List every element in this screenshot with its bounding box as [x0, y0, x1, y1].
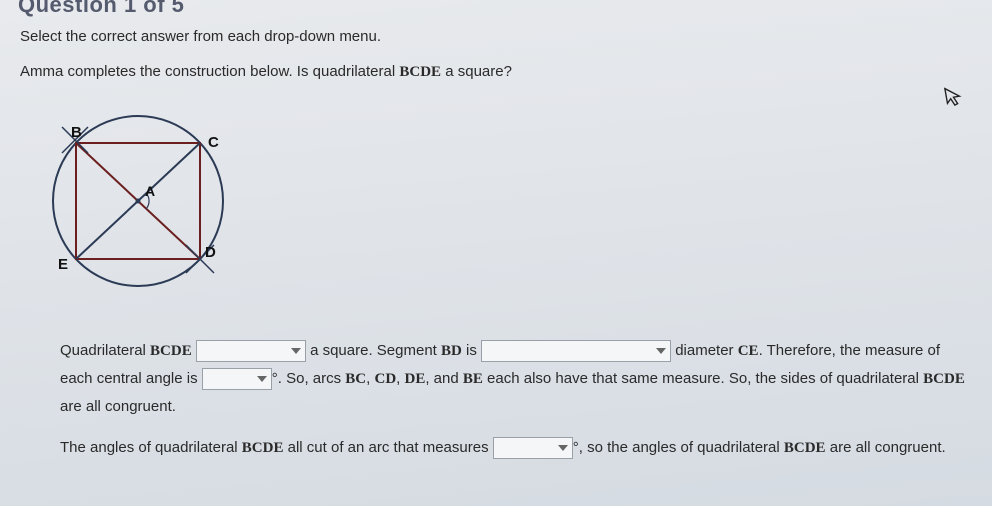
dropdown-arc-measure[interactable]: [493, 437, 573, 459]
text: is: [462, 342, 481, 359]
text: °, so the angles of quadrilateral: [573, 439, 784, 456]
question-suffix: a square?: [441, 63, 512, 80]
sep: ,: [396, 370, 404, 387]
de: DE: [405, 371, 426, 387]
question-quad: BCDE: [399, 64, 441, 80]
text: Quadrilateral: [60, 342, 150, 359]
answer-paragraph-1: Quadrilateral BCDE a square. Segment BD …: [60, 337, 970, 420]
text: The angles of quadrilateral: [60, 439, 242, 456]
bcde: BCDE: [923, 371, 965, 387]
bc: BC: [345, 371, 366, 387]
answer-paragraph-2: The angles of quadrilateral BCDE all cut…: [60, 434, 970, 462]
bcde: BCDE: [150, 343, 192, 359]
question-prefix: Amma completes the construction below. I…: [20, 63, 399, 80]
dropdown-relation[interactable]: [481, 340, 671, 362]
text: are all congruent.: [60, 398, 176, 415]
construction-diagram: B C D E A: [28, 93, 972, 307]
ce: CE: [738, 343, 759, 359]
text: all cut of an arc that measures: [283, 439, 492, 456]
label-B: B: [71, 124, 82, 141]
text: are all congruent.: [826, 439, 946, 456]
dropdown-central-angle[interactable]: [202, 368, 272, 390]
text: diameter: [675, 342, 738, 359]
label-E: E: [58, 256, 68, 273]
page-header-fragment: Question 1 of 5: [18, 0, 184, 18]
label-D: D: [205, 244, 216, 261]
question-text: Amma completes the construction below. I…: [20, 63, 972, 81]
label-C: C: [208, 134, 219, 151]
instruction-text: Select the correct answer from each drop…: [20, 28, 972, 45]
text: each also have that same measure. So, th…: [483, 370, 923, 387]
cd: CD: [374, 371, 396, 387]
text: a square. Segment: [310, 342, 441, 359]
label-A: A: [145, 183, 155, 199]
dropdown-is-isnot[interactable]: [196, 340, 306, 362]
and: , and: [425, 370, 463, 387]
bcde: BCDE: [784, 440, 826, 456]
bcde: BCDE: [242, 440, 284, 456]
text: °. So, arcs: [272, 370, 346, 387]
be: BE: [463, 371, 483, 387]
bd: BD: [441, 343, 462, 359]
